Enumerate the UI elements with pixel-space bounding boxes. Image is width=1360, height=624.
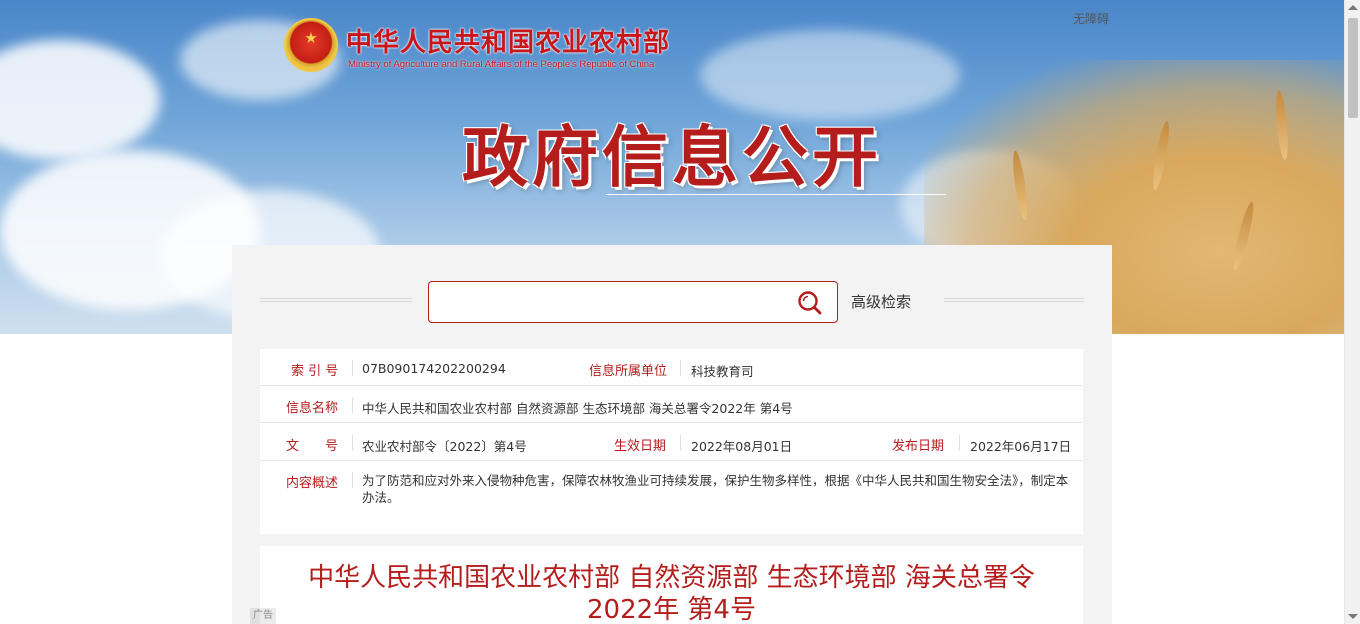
doc-no-value: 农业农村部令〔2022〕第4号 (362, 439, 527, 454)
summary-label: 内容概述 (286, 476, 339, 491)
accessibility-link[interactable]: 无障碍 (1073, 10, 1109, 27)
unit-label: 信息所属单位 (589, 364, 668, 379)
info-row-name: 信息名称 中华人民共和国农业农村部 自然资源部 生态环境部 海关总署令2022年… (260, 386, 1083, 423)
index-value: 07B090174202200294 (362, 361, 506, 376)
decorative-divider (260, 298, 412, 302)
advanced-search-link[interactable]: 高级检索 (851, 291, 911, 312)
info-row-index: 索 引 号 07B090174202200294 信息所属单位 科技教育司 (260, 349, 1083, 386)
publish-date-label: 发布日期 (892, 439, 945, 454)
vertical-scrollbar[interactable] (1344, 0, 1360, 624)
separator (680, 435, 681, 451)
separator (680, 360, 681, 376)
ministry-name-en: Ministry of Agriculture and Rural Affair… (348, 59, 655, 70)
document-title-card: 中华人民共和国农业农村部 自然资源部 生态环境部 海关总署令 2022年 第4号 (260, 546, 1083, 624)
search-box (428, 281, 838, 323)
separator (352, 397, 353, 413)
separator (959, 435, 960, 451)
search-row: 高级检索 (260, 281, 1084, 323)
separator (352, 360, 353, 376)
ministry-name-cn[interactable]: 中华人民共和国农业农村部 (346, 22, 670, 59)
effective-date-label: 生效日期 (614, 439, 667, 454)
page-title: 政府信息公开 (462, 118, 882, 196)
content-panel: 高级检索 索 引 号 07B090174202200294 信息所属单位 科技教… (232, 245, 1112, 624)
search-icon[interactable] (797, 290, 823, 316)
summary-value: 为了防范和应对外来入侵物种危害，保障农林牧渔业可持续发展，保护生物多样性，根据《… (362, 473, 1069, 505)
publish-date-value: 2022年06月17日 (970, 439, 1072, 454)
doc-no-label: 文 号 (286, 439, 339, 454)
unit-value: 科技教育司 (691, 364, 754, 379)
scroll-up-arrow-icon[interactable] (1348, 5, 1358, 10)
info-table: 索 引 号 07B090174202200294 信息所属单位 科技教育司 信息… (260, 349, 1083, 534)
cloud-decoration (0, 40, 160, 160)
index-label: 索 引 号 (291, 364, 339, 379)
name-value: 中华人民共和国农业农村部 自然资源部 生态环境部 海关总署令2022年 第4号 (362, 401, 793, 416)
scroll-down-arrow-icon[interactable] (1348, 614, 1358, 619)
scroll-thumb[interactable] (1348, 18, 1358, 118)
info-row-summary: 内容概述 为了防范和应对外来入侵物种危害，保障农林牧渔业可持续发展，保护生物多样… (260, 461, 1083, 534)
effective-date-value: 2022年08月01日 (691, 439, 793, 454)
document-title-line2: 2022年 第4号 (587, 595, 756, 624)
info-row-docno: 文 号 农业农村部令〔2022〕第4号 生效日期 2022年08月01日 发布日… (260, 423, 1083, 461)
search-input[interactable] (439, 290, 779, 314)
national-emblem-icon[interactable] (284, 18, 338, 72)
separator (352, 435, 353, 451)
decorative-divider (944, 298, 1084, 302)
ad-label[interactable]: 广告 (250, 608, 276, 624)
document-title-line1: 中华人民共和国农业农村部 自然资源部 生态环境部 海关总署令 (308, 563, 1035, 593)
document-title: 中华人民共和国农业农村部 自然资源部 生态环境部 海关总署令 2022年 第4号 (260, 562, 1083, 624)
title-underline (606, 194, 946, 195)
name-label: 信息名称 (286, 401, 339, 416)
separator (352, 472, 353, 488)
